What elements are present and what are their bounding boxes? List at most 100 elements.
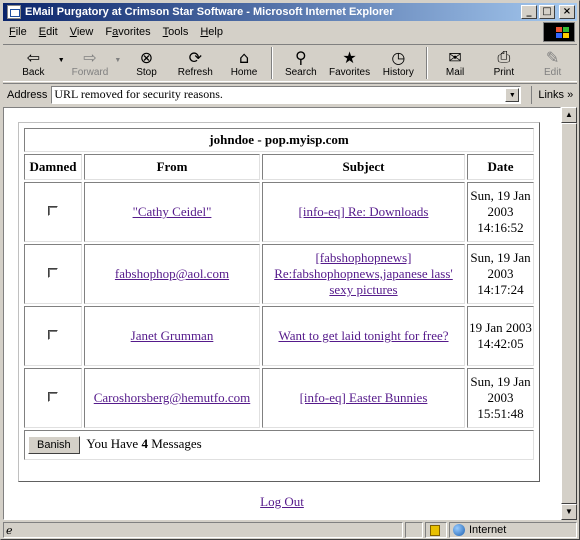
status-text-area: ℯ bbox=[3, 522, 403, 538]
page-done-icon: ℯ bbox=[6, 523, 13, 537]
status-lock-cell bbox=[425, 522, 447, 538]
column-header-date: Date bbox=[467, 154, 534, 180]
print-icon: ⎙ bbox=[497, 47, 511, 66]
home-button[interactable]: ⌂ Home bbox=[220, 47, 269, 81]
history-button[interactable]: ◷ History bbox=[374, 47, 423, 81]
scroll-down-icon[interactable]: ▼ bbox=[561, 504, 577, 520]
mailbox-table: johndoe - pop.myisp.com Damned From Subj… bbox=[22, 126, 536, 462]
banish-cell: Banish You Have 4 Messages bbox=[24, 430, 534, 460]
damned-checkbox[interactable] bbox=[48, 330, 58, 340]
scroll-up-icon[interactable]: ▲ bbox=[561, 107, 577, 123]
subject-link[interactable]: Want to get laid tonight for free? bbox=[278, 328, 448, 343]
menu-file[interactable]: File bbox=[9, 26, 27, 38]
windows-logo-icon bbox=[543, 22, 575, 42]
links-toolbar[interactable]: Links » bbox=[531, 85, 573, 104]
edit-icon: ✎ bbox=[545, 47, 560, 67]
forward-button[interactable]: ⇨ Forward bbox=[66, 47, 115, 81]
stop-button[interactable]: ⊗ Stop bbox=[122, 47, 171, 81]
message-row: "Cathy Ceidel" [info-eq] Re: Downloads S… bbox=[24, 182, 534, 242]
from-link[interactable]: Caroshorsberg@hemutfo.com bbox=[94, 390, 251, 405]
from-link[interactable]: fabshophop@aol.com bbox=[115, 266, 229, 281]
subject-link[interactable]: [info-eq] Easter Bunnies bbox=[300, 390, 428, 405]
forward-arrow-icon: ⇨ bbox=[83, 47, 97, 67]
stop-icon: ⊗ bbox=[139, 47, 154, 67]
from-cell: fabshophop@aol.com bbox=[84, 244, 260, 304]
subject-cell: [info-eq] Re: Downloads bbox=[262, 182, 465, 242]
lock-icon bbox=[430, 525, 440, 536]
address-value: URL removed for security reasons. bbox=[54, 87, 223, 101]
from-link[interactable]: Janet Grumman bbox=[131, 328, 214, 343]
status-bar: ℯ Internet bbox=[3, 521, 577, 539]
close-button[interactable]: × bbox=[559, 5, 575, 19]
column-header-from: From bbox=[84, 154, 260, 180]
globe-icon bbox=[453, 524, 465, 536]
subject-link[interactable]: [info-eq] Re: Downloads bbox=[299, 204, 429, 219]
refresh-button[interactable]: ⟳ Refresh bbox=[171, 47, 220, 81]
security-zone: Internet bbox=[449, 522, 577, 538]
forward-dropdown-icon[interactable]: ▼ bbox=[114, 57, 122, 64]
vertical-scrollbar[interactable]: ▲ ▼ bbox=[561, 107, 577, 520]
scroll-thumb[interactable] bbox=[561, 123, 577, 504]
from-cell: Caroshorsberg@hemutfo.com bbox=[84, 368, 260, 428]
ie-page-icon bbox=[7, 5, 21, 19]
edit-button[interactable]: ✎ Edit bbox=[528, 47, 577, 81]
search-icon: ⚲ bbox=[294, 47, 307, 67]
damned-checkbox[interactable] bbox=[48, 206, 58, 216]
back-dropdown-icon[interactable]: ▼ bbox=[58, 57, 66, 64]
page-content: johndoe - pop.myisp.com Damned From Subj… bbox=[3, 107, 561, 520]
maximize-button[interactable]: □ bbox=[539, 5, 555, 19]
logout-link[interactable]: Log Out bbox=[260, 494, 304, 509]
address-dropdown-icon[interactable]: ▼ bbox=[505, 87, 520, 102]
toolbar-separator bbox=[425, 47, 428, 79]
damned-checkbox[interactable] bbox=[48, 392, 58, 402]
menu-help[interactable]: Help bbox=[200, 26, 223, 38]
subject-cell: [fabshophopnews] Re:fabshophopnews,japan… bbox=[262, 244, 465, 304]
date-cell: Sun, 19 Jan 2003 15:51:48 bbox=[467, 368, 534, 428]
banish-button[interactable]: Banish bbox=[28, 436, 80, 454]
toolbar-separator bbox=[271, 47, 274, 79]
address-bar: Address URL removed for security reasons… bbox=[3, 83, 577, 105]
damned-cell bbox=[24, 306, 82, 366]
mail-icon: ✉ bbox=[448, 47, 462, 67]
minimize-button[interactable]: _ bbox=[521, 5, 537, 19]
from-link[interactable]: "Cathy Ceidel" bbox=[133, 204, 212, 219]
date-cell: 19 Jan 2003 14:42:05 bbox=[467, 306, 534, 366]
address-input[interactable]: URL removed for security reasons. ▼ bbox=[51, 85, 522, 104]
zone-label: Internet bbox=[469, 524, 507, 536]
subject-cell: Want to get laid tonight for free? bbox=[262, 306, 465, 366]
date-cell: Sun, 19 Jan 2003 14:17:24 bbox=[467, 244, 534, 304]
column-header-subject: Subject bbox=[262, 154, 465, 180]
message-row: Caroshorsberg@hemutfo.com [info-eq] East… bbox=[24, 368, 534, 428]
address-label: Address bbox=[7, 88, 48, 101]
from-cell: "Cathy Ceidel" bbox=[84, 182, 260, 242]
damned-cell bbox=[24, 182, 82, 242]
banish-row: Banish You Have 4 Messages bbox=[24, 430, 534, 460]
subject-link[interactable]: [fabshophopnews] Re:fabshophopnews,japan… bbox=[274, 250, 453, 297]
from-cell: Janet Grumman bbox=[84, 306, 260, 366]
menu-view[interactable]: View bbox=[70, 26, 94, 38]
favorites-folder-icon: ★ bbox=[342, 47, 357, 67]
subject-cell: [info-eq] Easter Bunnies bbox=[262, 368, 465, 428]
window-controls: _ □ × bbox=[521, 5, 575, 19]
favorites-button[interactable]: ★ Favorites bbox=[325, 47, 374, 81]
message-row: Janet Grumman Want to get laid tonight f… bbox=[24, 306, 534, 366]
back-button[interactable]: ⇦ Back bbox=[9, 47, 58, 81]
column-header-damned: Damned bbox=[24, 154, 82, 180]
menu-tools[interactable]: Tools bbox=[163, 26, 189, 38]
account-title: johndoe - pop.myisp.com bbox=[24, 128, 534, 152]
title-bar: EMail Purgatory at Crimson Star Software… bbox=[3, 3, 577, 21]
window-title: EMail Purgatory at Crimson Star Software… bbox=[25, 6, 394, 18]
menu-edit[interactable]: Edit bbox=[39, 26, 58, 38]
mail-button[interactable]: ✉ Mail bbox=[431, 47, 480, 81]
search-button[interactable]: ⚲ Search bbox=[276, 47, 325, 81]
message-row: fabshophop@aol.com [fabshophopnews] Re:f… bbox=[24, 244, 534, 304]
menu-favorites[interactable]: Favorites bbox=[105, 26, 150, 38]
print-button[interactable]: ⎙ Print bbox=[479, 47, 528, 81]
history-icon: ◷ bbox=[391, 47, 406, 67]
status-progress-cell bbox=[405, 522, 423, 538]
refresh-icon: ⟳ bbox=[188, 47, 202, 67]
home-icon: ⌂ bbox=[238, 47, 250, 67]
damned-checkbox[interactable] bbox=[48, 268, 58, 278]
damned-cell bbox=[24, 368, 82, 428]
mailbox-panel: johndoe - pop.myisp.com Damned From Subj… bbox=[18, 122, 540, 482]
